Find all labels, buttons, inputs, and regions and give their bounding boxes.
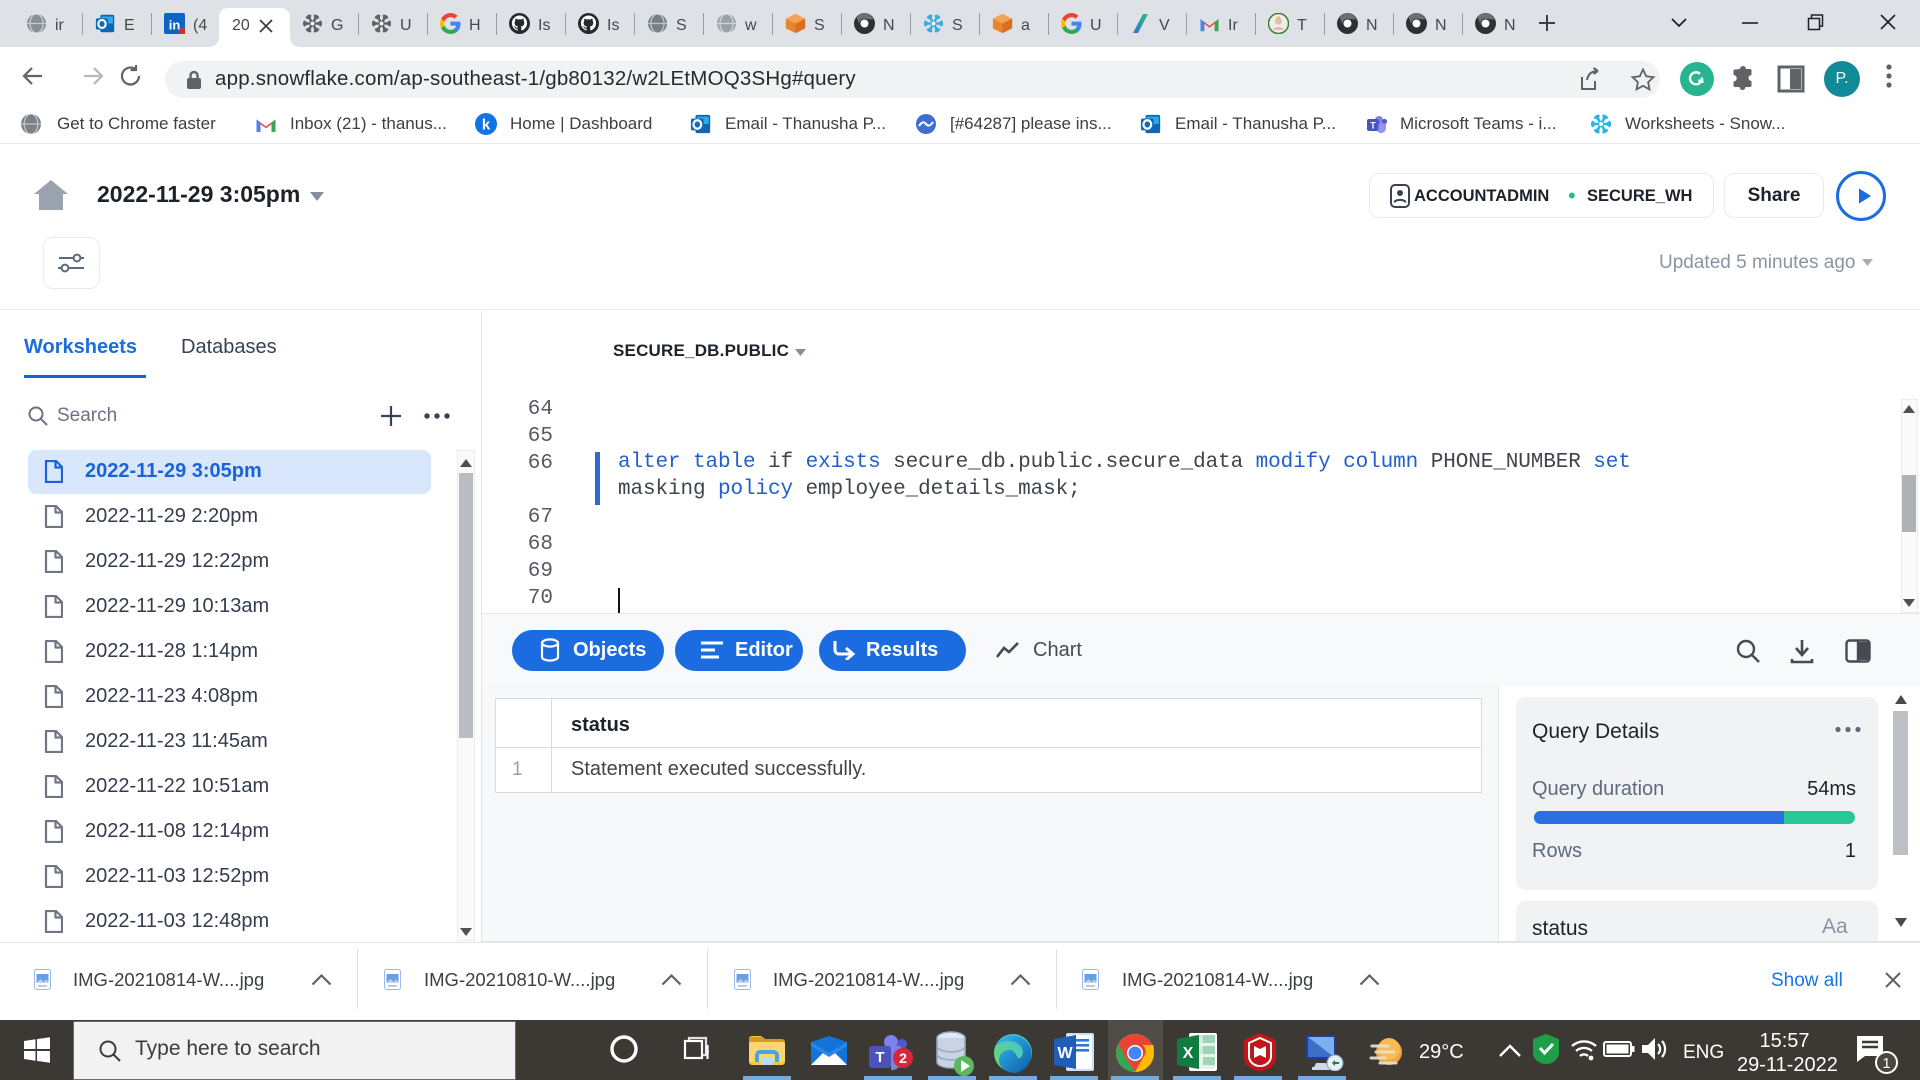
svg-text:k: k	[482, 117, 491, 134]
svg-text:in: in	[169, 17, 181, 32]
svg-text:T: T	[875, 1049, 884, 1066]
svg-text:T: T	[1370, 121, 1376, 131]
svg-text:W: W	[1057, 1045, 1073, 1062]
svg-text:X: X	[1183, 1045, 1194, 1062]
